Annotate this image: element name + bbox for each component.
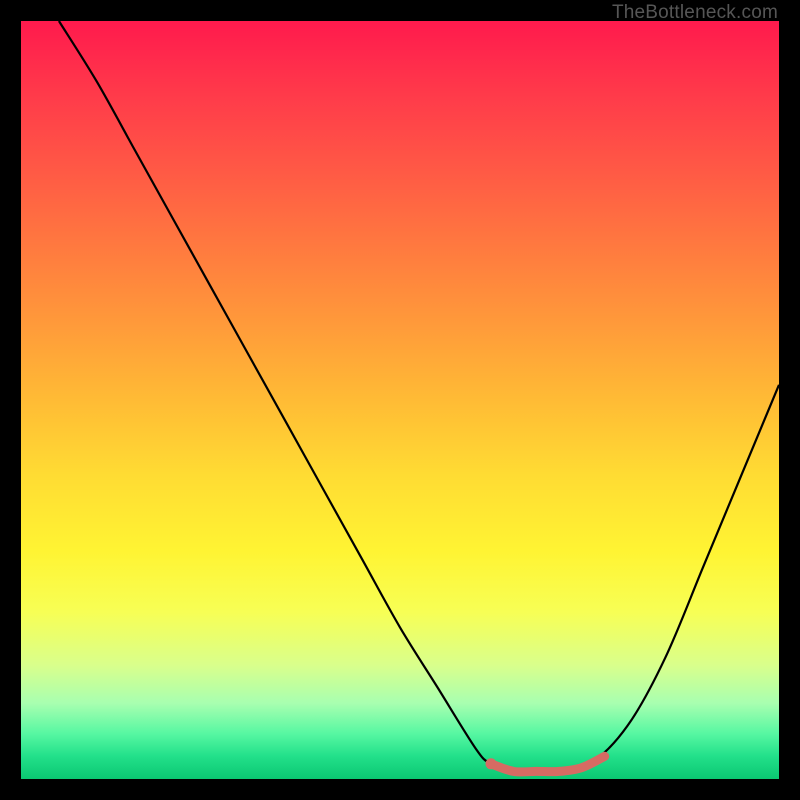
chart-frame: TheBottleneck.com	[0, 0, 800, 800]
optimal-start-dot	[486, 758, 497, 769]
optimal-range-path	[491, 756, 605, 772]
bottleneck-curve-path	[59, 21, 779, 772]
plot-area	[21, 21, 779, 779]
chart-svg	[21, 21, 779, 779]
